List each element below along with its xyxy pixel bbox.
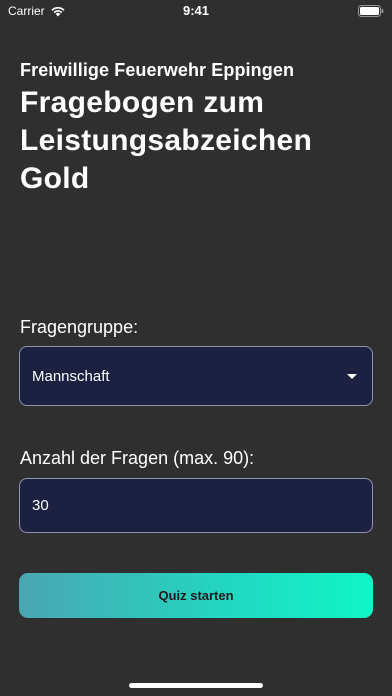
page-title: Fragebogen zum Leistungsabzeichen Gold — [20, 86, 313, 195]
screen: Carrier 9:41 Freiwillige Feuerwehr Eppin… — [0, 0, 392, 696]
question-group-dropdown[interactable]: Mannschaft — [19, 346, 373, 406]
status-bar: Carrier 9:41 — [0, 0, 392, 22]
question-count-input[interactable] — [19, 478, 373, 533]
home-indicator[interactable] — [129, 683, 263, 688]
question-count-label: Anzahl der Fragen (max. 90): — [20, 448, 255, 468]
battery-icon — [358, 5, 384, 17]
question-group-selected: Mannschaft — [32, 367, 110, 385]
organization-title: Freiwillige Feuerwehr Eppingen — [20, 60, 295, 80]
status-time: 9:41 — [182, 3, 210, 18]
caret-down-icon — [347, 373, 357, 379]
question-group-label: Fragengruppe: — [20, 317, 139, 337]
start-quiz-button[interactable]: Quiz starten — [19, 573, 373, 618]
